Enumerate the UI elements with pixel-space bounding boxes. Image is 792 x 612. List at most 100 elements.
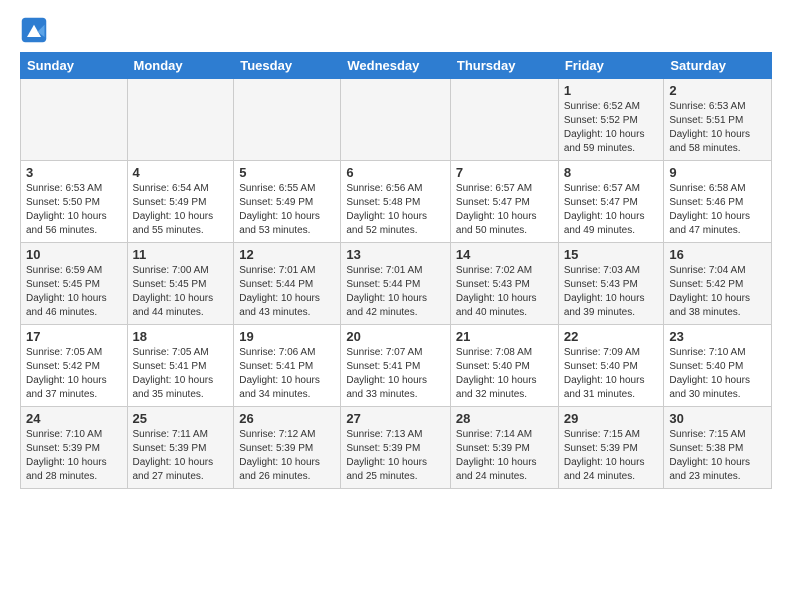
calendar-week-4: 17 Sunrise: 7:05 AM Sunset: 5:42 PM Dayli… — [21, 325, 772, 407]
day-number: 16 — [669, 247, 766, 262]
calendar-day-7: 7Sunrise: 6:57 AM Sunset: 5:47 PM Daylig… — [450, 161, 558, 243]
calendar-week-3: 10 Sunrise: 6:59 AM Sunset: 5:45 PM Dayli… — [21, 243, 772, 325]
day-number: 4 — [133, 165, 229, 180]
calendar-day-6: 6Sunrise: 6:56 AM Sunset: 5:48 PM Daylig… — [341, 161, 451, 243]
day-number: 30 — [669, 411, 766, 426]
weekday-row: SundayMondayTuesdayWednesdayThursdayFrid… — [21, 53, 772, 79]
day-number: 5 — [239, 165, 335, 180]
calendar-body: 1 Sunrise: 6:52 AM Sunset: 5:52 PM Daylig… — [21, 79, 772, 489]
weekday-header-sunday: Sunday — [21, 53, 128, 79]
day-info: Sunrise: 7:01 AM Sunset: 5:44 PM Dayligh… — [239, 264, 335, 320]
day-info: Sunrise: 7:12 AM Sunset: 5:39 PM Dayligh… — [239, 428, 335, 484]
calendar-day-12: 12 Sunrise: 7:01 AM Sunset: 5:44 PM Dayli… — [234, 243, 341, 325]
calendar-day-14: 14 Sunrise: 7:02 AM Sunset: 5:43 PM Dayli… — [450, 243, 558, 325]
day-number: 14 — [456, 247, 553, 262]
day-info: Sunrise: 6:53 AM Sunset: 5:51 PM Dayligh… — [669, 100, 766, 156]
day-info: Sunrise: 7:01 AM Sunset: 5:44 PM Dayligh… — [346, 264, 445, 320]
day-number: 28 — [456, 411, 553, 426]
day-number: 25 — [133, 411, 229, 426]
calendar-header: SundayMondayTuesdayWednesdayThursdayFrid… — [21, 53, 772, 79]
day-info: Sunrise: 7:09 AM Sunset: 5:40 PM Dayligh… — [564, 346, 659, 402]
day-number: 11 — [133, 247, 229, 262]
day-info: Sunrise: 7:10 AM Sunset: 5:40 PM Dayligh… — [669, 346, 766, 402]
day-info: Sunrise: 7:05 AM Sunset: 5:42 PM Dayligh… — [26, 346, 122, 402]
calendar-day-8: 8Sunrise: 6:57 AM Sunset: 5:47 PM Daylig… — [558, 161, 664, 243]
weekday-header-monday: Monday — [127, 53, 234, 79]
calendar-empty — [341, 79, 451, 161]
calendar-day-30: 30 Sunrise: 7:15 AM Sunset: 5:38 PM Dayli… — [664, 407, 772, 489]
day-number: 19 — [239, 329, 335, 344]
day-number: 9 — [669, 165, 766, 180]
day-info: Sunrise: 7:10 AM Sunset: 5:39 PM Dayligh… — [26, 428, 122, 484]
day-info: Sunrise: 6:52 AM Sunset: 5:52 PM Dayligh… — [564, 100, 659, 156]
day-info: Sunrise: 7:11 AM Sunset: 5:39 PM Dayligh… — [133, 428, 229, 484]
calendar-day-1: 1 Sunrise: 6:52 AM Sunset: 5:52 PM Daylig… — [558, 79, 664, 161]
day-number: 3 — [26, 165, 122, 180]
calendar-week-1: 1 Sunrise: 6:52 AM Sunset: 5:52 PM Daylig… — [21, 79, 772, 161]
calendar-day-29: 29Sunrise: 7:15 AM Sunset: 5:39 PM Dayli… — [558, 407, 664, 489]
day-number: 24 — [26, 411, 122, 426]
day-info: Sunrise: 7:08 AM Sunset: 5:40 PM Dayligh… — [456, 346, 553, 402]
day-info: Sunrise: 7:02 AM Sunset: 5:43 PM Dayligh… — [456, 264, 553, 320]
day-info: Sunrise: 7:04 AM Sunset: 5:42 PM Dayligh… — [669, 264, 766, 320]
day-number: 17 — [26, 329, 122, 344]
logo-icon — [20, 16, 48, 44]
calendar-day-27: 27 Sunrise: 7:13 AM Sunset: 5:39 PM Dayli… — [341, 407, 451, 489]
day-info: Sunrise: 6:59 AM Sunset: 5:45 PM Dayligh… — [26, 264, 122, 320]
calendar-day-17: 17 Sunrise: 7:05 AM Sunset: 5:42 PM Dayli… — [21, 325, 128, 407]
day-number: 21 — [456, 329, 553, 344]
calendar-day-3: 3 Sunrise: 6:53 AM Sunset: 5:50 PM Daylig… — [21, 161, 128, 243]
calendar-day-5: 5 Sunrise: 6:55 AM Sunset: 5:49 PM Daylig… — [234, 161, 341, 243]
weekday-header-thursday: Thursday — [450, 53, 558, 79]
calendar-day-15: 15 Sunrise: 7:03 AM Sunset: 5:43 PM Dayli… — [558, 243, 664, 325]
calendar-day-22: 22 Sunrise: 7:09 AM Sunset: 5:40 PM Dayli… — [558, 325, 664, 407]
calendar-day-13: 13 Sunrise: 7:01 AM Sunset: 5:44 PM Dayli… — [341, 243, 451, 325]
calendar-day-26: 26 Sunrise: 7:12 AM Sunset: 5:39 PM Dayli… — [234, 407, 341, 489]
day-number: 8 — [564, 165, 659, 180]
day-info: Sunrise: 6:55 AM Sunset: 5:49 PM Dayligh… — [239, 182, 335, 238]
header — [20, 16, 772, 44]
day-number: 27 — [346, 411, 445, 426]
day-info: Sunrise: 7:07 AM Sunset: 5:41 PM Dayligh… — [346, 346, 445, 402]
calendar-day-10: 10 Sunrise: 6:59 AM Sunset: 5:45 PM Dayli… — [21, 243, 128, 325]
day-info: Sunrise: 7:05 AM Sunset: 5:41 PM Dayligh… — [133, 346, 229, 402]
day-number: 23 — [669, 329, 766, 344]
day-info: Sunrise: 6:53 AM Sunset: 5:50 PM Dayligh… — [26, 182, 122, 238]
day-info: Sunrise: 6:54 AM Sunset: 5:49 PM Dayligh… — [133, 182, 229, 238]
calendar-day-16: 16 Sunrise: 7:04 AM Sunset: 5:42 PM Dayli… — [664, 243, 772, 325]
day-number: 29 — [564, 411, 659, 426]
day-info: Sunrise: 7:00 AM Sunset: 5:45 PM Dayligh… — [133, 264, 229, 320]
main-container: SundayMondayTuesdayWednesdayThursdayFrid… — [0, 0, 792, 499]
day-number: 15 — [564, 247, 659, 262]
calendar-week-2: 3 Sunrise: 6:53 AM Sunset: 5:50 PM Daylig… — [21, 161, 772, 243]
calendar-empty — [450, 79, 558, 161]
calendar-day-21: 21 Sunrise: 7:08 AM Sunset: 5:40 PM Dayli… — [450, 325, 558, 407]
day-number: 2 — [669, 83, 766, 98]
calendar-day-11: 11 Sunrise: 7:00 AM Sunset: 5:45 PM Dayli… — [127, 243, 234, 325]
day-number: 18 — [133, 329, 229, 344]
day-info: Sunrise: 7:06 AM Sunset: 5:41 PM Dayligh… — [239, 346, 335, 402]
calendar-week-5: 24 Sunrise: 7:10 AM Sunset: 5:39 PM Dayli… — [21, 407, 772, 489]
weekday-header-tuesday: Tuesday — [234, 53, 341, 79]
calendar-day-9: 9 Sunrise: 6:58 AM Sunset: 5:46 PM Daylig… — [664, 161, 772, 243]
day-number: 13 — [346, 247, 445, 262]
weekday-header-friday: Friday — [558, 53, 664, 79]
day-number: 1 — [564, 83, 659, 98]
day-number: 10 — [26, 247, 122, 262]
day-info: Sunrise: 7:14 AM Sunset: 5:39 PM Dayligh… — [456, 428, 553, 484]
day-number: 12 — [239, 247, 335, 262]
calendar-day-23: 23 Sunrise: 7:10 AM Sunset: 5:40 PM Dayli… — [664, 325, 772, 407]
calendar-empty — [234, 79, 341, 161]
day-info: Sunrise: 7:15 AM Sunset: 5:38 PM Dayligh… — [669, 428, 766, 484]
day-number: 6 — [346, 165, 445, 180]
day-number: 20 — [346, 329, 445, 344]
weekday-header-wednesday: Wednesday — [341, 53, 451, 79]
calendar-day-25: 25 Sunrise: 7:11 AM Sunset: 5:39 PM Dayli… — [127, 407, 234, 489]
day-info: Sunrise: 7:03 AM Sunset: 5:43 PM Dayligh… — [564, 264, 659, 320]
day-number: 26 — [239, 411, 335, 426]
day-info: Sunrise: 7:13 AM Sunset: 5:39 PM Dayligh… — [346, 428, 445, 484]
calendar-day-28: 28 Sunrise: 7:14 AM Sunset: 5:39 PM Dayli… — [450, 407, 558, 489]
day-info: Sunrise: 6:58 AM Sunset: 5:46 PM Dayligh… — [669, 182, 766, 238]
calendar-empty — [21, 79, 128, 161]
day-number: 22 — [564, 329, 659, 344]
